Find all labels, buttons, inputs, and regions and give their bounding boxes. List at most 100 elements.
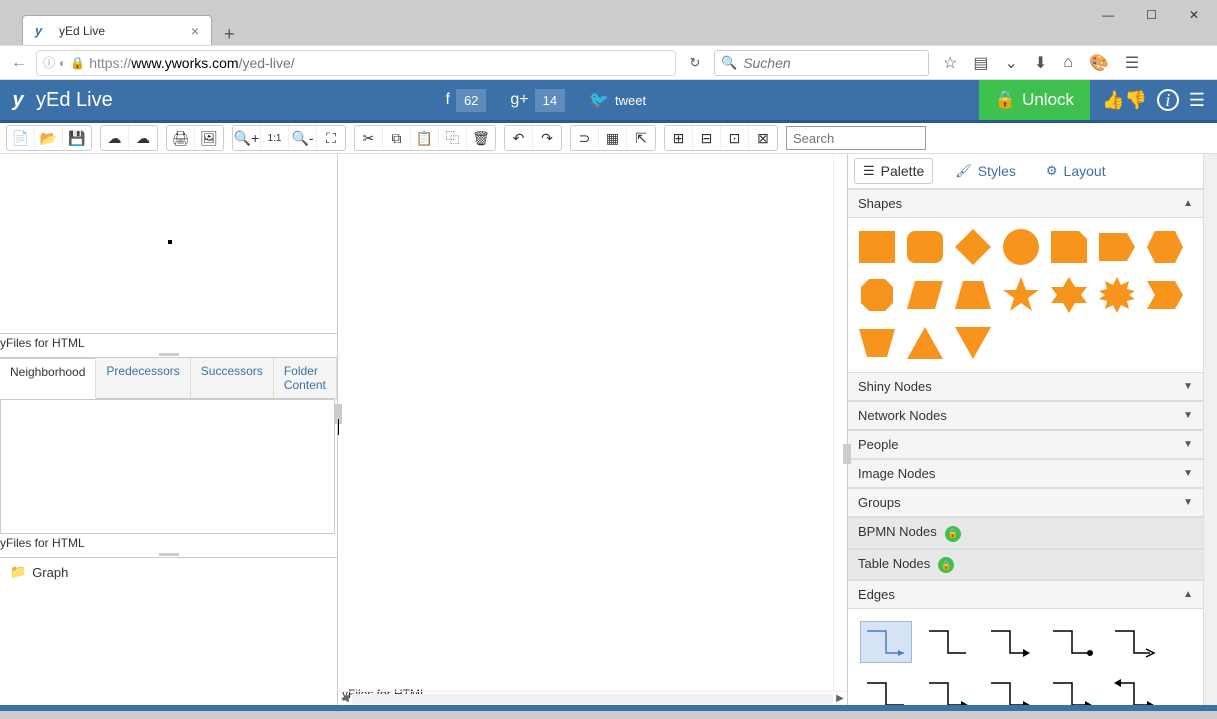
shape-parallelogram[interactable]: [904, 274, 946, 316]
thumbs-icon[interactable]: 👍👎: [1102, 90, 1147, 111]
cut-button[interactable]: ✂: [355, 126, 383, 150]
refresh-button[interactable]: ↻: [682, 55, 708, 71]
section-image-nodes[interactable]: Image Nodes ▼: [848, 459, 1203, 488]
print-button[interactable]: 🖨: [167, 126, 195, 150]
canvas-hscroll[interactable]: ◀ ▶: [338, 691, 847, 705]
shape-pentagon[interactable]: [1096, 226, 1138, 268]
export-image-button[interactable]: 🖼: [195, 126, 223, 150]
ortho-button[interactable]: ⇱: [627, 126, 655, 150]
back-button[interactable]: ←: [8, 54, 30, 72]
edge-ortho-3[interactable]: [922, 673, 974, 705]
shape-rectangle[interactable]: [856, 226, 898, 268]
scroll-left-icon[interactable]: ◀: [338, 693, 352, 704]
toolbar-search-input[interactable]: [786, 126, 926, 150]
facebook-share[interactable]: f 62: [445, 89, 486, 112]
enter-group-button[interactable]: ⊡: [721, 126, 749, 150]
open-file-button[interactable]: 📂: [35, 126, 63, 150]
section-bpmn-nodes[interactable]: BPMN Nodes🔒: [848, 517, 1203, 549]
edge-orthogonal-dot[interactable]: [1046, 621, 1098, 663]
delete-button[interactable]: 🗑: [467, 126, 495, 150]
tab-neighborhood[interactable]: Neighborhood: [0, 358, 96, 399]
edge-orthogonal-arrow[interactable]: [984, 621, 1036, 663]
redo-button[interactable]: ↷: [533, 126, 561, 150]
cloud-download-button[interactable]: ☁: [101, 126, 129, 150]
home-icon[interactable]: ⌂: [1063, 54, 1073, 72]
shape-hexagon[interactable]: [1144, 226, 1186, 268]
edge-ortho-4[interactable]: [984, 673, 1036, 705]
shape-star6[interactable]: [1048, 274, 1090, 316]
url-box[interactable]: ⓘ ◐ 🔒 https://www.yworks.com/yed-live/: [36, 50, 676, 76]
paste-button[interactable]: 📋: [411, 126, 439, 150]
zoom-in-button[interactable]: 🔍+: [233, 126, 261, 150]
resize-handle[interactable]: [0, 352, 337, 358]
save-button[interactable]: 💾: [63, 126, 91, 150]
googleplus-share[interactable]: g+ 14: [510, 89, 565, 112]
edge-orthogonal-plain[interactable]: [922, 621, 974, 663]
pocket-icon[interactable]: ⌄: [1004, 53, 1017, 73]
section-network-nodes[interactable]: Network Nodes ▼: [848, 401, 1203, 430]
shape-octagon[interactable]: [856, 274, 898, 316]
shape-document[interactable]: [1048, 226, 1090, 268]
bookmark-star-icon[interactable]: ☆: [943, 53, 957, 73]
section-table-nodes[interactable]: Table Nodes🔒: [848, 549, 1203, 581]
shape-triangle-down[interactable]: [952, 322, 994, 364]
fit-button[interactable]: ⛶: [317, 126, 345, 150]
identity-icon[interactable]: ⓘ: [43, 54, 55, 71]
scroll-track[interactable]: [352, 694, 833, 704]
edge-ortho-5[interactable]: [1046, 673, 1098, 705]
shape-triangle[interactable]: [904, 322, 946, 364]
section-shiny-nodes[interactable]: Shiny Nodes ▼: [848, 372, 1203, 401]
section-groups[interactable]: Groups ▼: [848, 488, 1203, 517]
new-tab-button[interactable]: +: [224, 24, 235, 45]
tab-layout[interactable]: ⚙ Layout: [1038, 159, 1114, 183]
library-icon[interactable]: ▤: [973, 53, 988, 73]
edge-bidirectional[interactable]: [1108, 673, 1160, 705]
undo-button[interactable]: ↶: [505, 126, 533, 150]
shape-star5[interactable]: [1000, 274, 1042, 316]
shape-chevron[interactable]: [1144, 274, 1186, 316]
snap-button[interactable]: ⊃: [571, 126, 599, 150]
scroll-right-icon[interactable]: ▶: [833, 693, 847, 704]
zoom-reset-button[interactable]: 1:1: [261, 126, 289, 150]
info-icon[interactable]: i: [1157, 89, 1179, 111]
shape-trapezoid[interactable]: [952, 274, 994, 316]
maximize-icon[interactable]: ☐: [1146, 8, 1157, 22]
browser-search-input[interactable]: [743, 55, 922, 71]
extension-icon[interactable]: 🎨: [1089, 53, 1109, 73]
tab-styles[interactable]: 🖌 Styles: [947, 159, 1024, 183]
right-scroll[interactable]: [1203, 154, 1217, 705]
tab-close-icon[interactable]: ×: [191, 23, 199, 39]
resize-handle-2[interactable]: [0, 552, 337, 558]
shape-circle[interactable]: [1000, 226, 1042, 268]
downloads-icon[interactable]: ⬇: [1034, 53, 1047, 73]
tab-palette[interactable]: ☰ Palette: [854, 158, 933, 184]
browser-tab[interactable]: y yEd Live ×: [22, 15, 212, 45]
close-window-icon[interactable]: ✕: [1189, 8, 1199, 22]
tab-predecessors[interactable]: Predecessors: [96, 358, 190, 398]
grid-button[interactable]: ▦: [599, 126, 627, 150]
section-edges[interactable]: Edges ▲: [848, 580, 1203, 609]
twitter-share[interactable]: 🐦 tweet: [589, 90, 646, 110]
section-people[interactable]: People ▼: [848, 430, 1203, 459]
menu-icon[interactable]: ☰: [1125, 53, 1139, 73]
canvas-vscroll[interactable]: [833, 154, 847, 691]
shape-diamond[interactable]: [952, 226, 994, 268]
copy-button[interactable]: ⧉: [383, 126, 411, 150]
shape-rounded-rect[interactable]: [904, 226, 946, 268]
shape-star8[interactable]: [1096, 274, 1138, 316]
canvas[interactable]: yFiles for HTML ◀ ▶: [338, 154, 847, 705]
duplicate-button[interactable]: ⿻: [439, 126, 467, 150]
edge-orthogonal-blue[interactable]: [860, 621, 912, 663]
ungroup-button[interactable]: ⊟: [693, 126, 721, 150]
browser-search-box[interactable]: 🔍: [714, 50, 929, 76]
context-view[interactable]: [0, 399, 335, 534]
section-shapes[interactable]: Shapes ▲: [848, 189, 1203, 218]
unlock-button[interactable]: 🔒 Unlock: [979, 80, 1090, 120]
shape-trapezoid2[interactable]: [856, 322, 898, 364]
exit-group-button[interactable]: ⊠: [749, 126, 777, 150]
minimize-icon[interactable]: —: [1102, 8, 1114, 22]
group-button[interactable]: ⊞: [665, 126, 693, 150]
edge-orthogonal-open[interactable]: [1108, 621, 1160, 663]
new-file-button[interactable]: 📄: [7, 126, 35, 150]
tab-folder-content[interactable]: Folder Content: [274, 358, 337, 398]
